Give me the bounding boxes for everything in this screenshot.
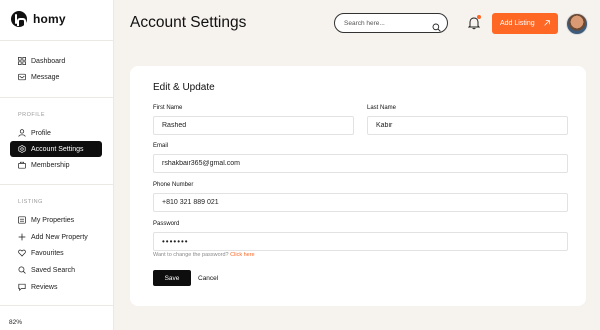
last-name-input[interactable] [376,122,559,129]
sidebar-item-reviews[interactable]: Reviews [10,279,102,295]
sidebar-item-label: Saved Search [31,266,75,274]
sidebar-section-profile: PROFILE [18,112,46,118]
sidebar-divider [0,97,114,98]
sidebar-item-label: Reviews [31,283,58,291]
membership-icon [18,161,26,169]
sidebar-item-label: Dashboard [31,57,66,65]
first-name-label: First Name [153,105,183,111]
sidebar-item-membership[interactable]: Membership [10,157,102,173]
password-value[interactable]: ••••••• [162,237,189,246]
password-hint: Want to change the password? Click here [153,252,255,258]
add-listing-button[interactable]: Add Listing [492,13,558,34]
sidebar-item-label: Membership [31,161,70,169]
sidebar-item-favourites[interactable]: Favourites [10,245,102,261]
edit-update-card: Edit & Update First Name Last Name Email… [130,66,586,306]
sidebar-item-my-properties[interactable]: My Properties [10,212,102,228]
password-hint-text: Want to change the password? [153,252,229,258]
save-button[interactable]: Save [153,270,191,286]
sidebar-item-message[interactable]: Message [10,69,102,85]
homy-logo-icon [11,11,27,27]
sidebar-item-profile[interactable]: Profile [10,125,102,141]
sidebar-section-listing: LISTING [18,199,43,205]
password-field[interactable]: ••••••• [153,232,568,251]
sidebar-item-dashboard[interactable]: Dashboard [10,53,102,69]
settings-icon [18,145,26,153]
first-name-input[interactable] [162,122,345,129]
change-password-link[interactable]: Click here [230,252,254,258]
zoom-level: 82% [9,319,23,326]
sidebar-item-account-settings[interactable]: Account Settings [10,141,102,157]
notification-dot [477,15,481,19]
search-bar[interactable] [334,13,448,33]
email-input[interactable] [162,160,559,167]
first-name-field[interactable] [153,116,354,135]
sidebar-item-label: Favourites [31,249,64,257]
phone-input[interactable] [162,199,559,206]
add-listing-label: Add Listing [500,20,535,27]
search-icon [18,266,26,274]
sidebar-item-label: Profile [31,129,51,137]
last-name-label: Last Name [367,105,397,111]
chat-icon [18,283,26,291]
search-input[interactable] [344,19,430,27]
properties-icon [18,216,26,224]
email-label: Email [153,143,169,149]
password-label: Password [153,221,180,227]
sidebar: homy Dashboard Message PROFILE Profile A… [0,0,114,330]
sidebar-item-label: Message [31,73,60,81]
message-icon [18,73,26,81]
sidebar-item-label: Add New Property [31,233,88,241]
sidebar-divider [0,184,114,185]
last-name-field[interactable] [367,116,568,135]
search-icon[interactable] [432,19,441,32]
sidebar-item-saved-search[interactable]: Saved Search [10,262,102,278]
cancel-button[interactable]: Cancel [198,270,218,286]
brand-name: homy [33,12,66,26]
phone-label: Phone Number [153,182,194,188]
plus-icon [18,233,26,241]
dashboard-icon [18,57,26,65]
avatar[interactable] [566,13,588,35]
user-icon [18,129,26,137]
brand-logo[interactable]: homy [11,11,66,27]
sidebar-divider [0,305,114,306]
email-field[interactable] [153,154,568,173]
arrow-up-right-icon [543,19,551,29]
sidebar-item-label: My Properties [31,216,75,224]
sidebar-item-label: Account Settings [31,145,84,153]
sidebar-divider [0,40,114,41]
phone-field[interactable] [153,193,568,212]
card-title: Edit & Update [153,82,215,93]
heart-icon [18,249,26,257]
page-title: Account Settings [130,14,247,31]
sidebar-item-add-new-property[interactable]: Add New Property [10,229,102,245]
